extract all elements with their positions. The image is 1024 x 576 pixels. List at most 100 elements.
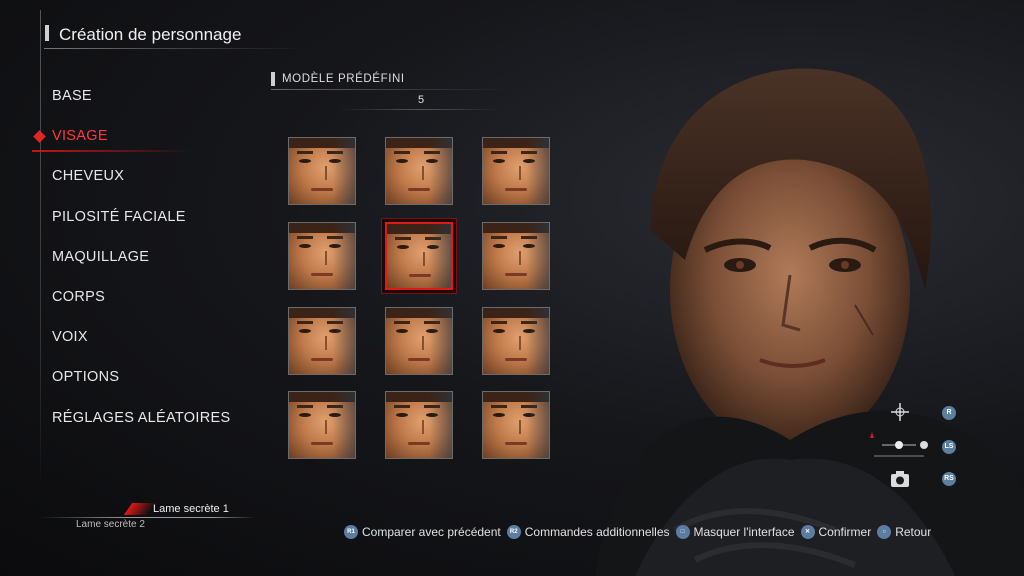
face-shade — [527, 138, 549, 204]
active-diamond-icon — [33, 130, 46, 144]
preset-marker — [271, 72, 275, 86]
face-nose — [417, 252, 425, 266]
menu-item-corps[interactable]: CORPS — [52, 289, 230, 329]
face-eye-l — [299, 413, 311, 417]
rotate-button[interactable]: R — [942, 406, 956, 420]
face-brow-l — [491, 236, 507, 239]
face-shade — [430, 308, 452, 374]
footer-compare[interactable]: R1 Comparer avec précédent — [344, 525, 501, 539]
face-nose — [319, 166, 327, 180]
face-shade — [527, 308, 549, 374]
face-preset-tile[interactable] — [482, 222, 550, 290]
face-brow-l — [297, 405, 313, 408]
face-eye-l — [396, 413, 408, 417]
preset-value: 5 — [417, 94, 425, 106]
face-preset-tile[interactable] — [385, 222, 453, 290]
footer-back[interactable]: ○ Retour — [877, 525, 931, 539]
face-shade — [333, 138, 355, 204]
camera-icon[interactable] — [890, 470, 910, 488]
face-preset-tile[interactable] — [482, 137, 550, 205]
photo-button[interactable]: RS — [942, 472, 956, 486]
face-nose — [319, 251, 327, 265]
face-preset-tile[interactable] — [482, 391, 550, 459]
footer-controls: R1 Comparer avec précédent R2 Commandes ad… — [344, 524, 931, 540]
face-shade — [527, 392, 549, 458]
face-brow-l — [491, 151, 507, 154]
r2-button-icon: R2 — [506, 525, 521, 539]
face-brow-l — [394, 321, 410, 324]
footer-additional-commands[interactable]: R2 Commandes additionnelles — [506, 525, 670, 539]
menu-item-maquillage[interactable]: MAQUILLAGE — [52, 249, 230, 289]
preset-value-underline — [340, 109, 500, 110]
face-mouth — [311, 273, 333, 276]
blade-secondary[interactable]: Lame secrète 2 — [76, 519, 145, 530]
face-nose — [513, 336, 521, 350]
face-shade — [527, 223, 549, 289]
zoom-button[interactable]: LS — [942, 440, 956, 454]
face-preset-tile[interactable] — [385, 307, 453, 375]
move-icon[interactable] — [890, 402, 910, 422]
face-preset-tile[interactable] — [288, 391, 356, 459]
face-mouth — [311, 358, 333, 361]
face-shade — [333, 308, 355, 374]
face-mouth — [408, 442, 430, 445]
preset-label: MODÈLE PRÉDÉFINI — [282, 73, 405, 85]
face-eye-l — [493, 159, 505, 163]
face-shade — [429, 224, 451, 288]
menu-item-options[interactable]: OPTIONS — [52, 369, 230, 409]
face-brow-l — [491, 321, 507, 324]
left-guide-line — [40, 10, 41, 490]
face-preset-tile[interactable] — [288, 222, 356, 290]
menu-item-pilosite-faciale[interactable]: PILOSITÉ FACIALE — [52, 209, 230, 249]
face-brow-l — [297, 236, 313, 239]
face-mouth — [505, 442, 527, 445]
face-brow-l — [394, 405, 410, 408]
face-eye-l — [493, 413, 505, 417]
menu-item-cheveux[interactable]: CHEVEUX — [52, 168, 230, 208]
category-menu: BASE VISAGE CHEVEUX PILOSITÉ FACIALE MAQ… — [32, 88, 230, 450]
face-eye-l — [397, 245, 409, 249]
face-eye-l — [396, 329, 408, 333]
face-shade — [333, 392, 355, 458]
menu-item-voix[interactable]: VOIX — [52, 329, 230, 369]
face-shade — [430, 392, 452, 458]
face-brow-l — [297, 151, 313, 154]
footer-confirm[interactable]: ✕ Confirmer — [800, 525, 871, 539]
blade-primary[interactable]: Lame secrète 1 — [153, 503, 229, 515]
r1-button-icon: R1 — [344, 525, 358, 539]
face-nose — [513, 251, 521, 265]
menu-item-visage[interactable]: VISAGE — [32, 128, 230, 168]
face-preset-tile[interactable] — [385, 391, 453, 459]
face-mouth — [505, 358, 527, 361]
face-mouth — [505, 188, 527, 191]
face-shade — [333, 223, 355, 289]
active-underline — [32, 150, 192, 153]
light-slider-icon[interactable] — [868, 430, 932, 460]
page-title: Création de personnage — [59, 25, 242, 44]
menu-item-base[interactable]: BASE — [52, 88, 230, 128]
footer-hide-interface[interactable]: □ Masquer l'interface — [675, 525, 795, 539]
menu-item-reglages-aleatoires[interactable]: RÉGLAGES ALÉATOIRES — [52, 410, 230, 450]
face-brow-l — [297, 321, 313, 324]
camera-controls: R LS RS — [868, 400, 968, 500]
title-marker — [45, 25, 49, 41]
face-brow-l — [491, 405, 507, 408]
face-brow-l — [394, 151, 410, 154]
face-nose — [416, 336, 424, 350]
face-brow-l — [395, 237, 411, 240]
face-eye-l — [299, 159, 311, 163]
face-mouth — [311, 188, 333, 191]
face-nose — [416, 420, 424, 434]
circle-button-icon: ○ — [877, 525, 892, 539]
face-nose — [416, 166, 424, 180]
face-eye-l — [299, 329, 311, 333]
face-preset-tile[interactable] — [288, 307, 356, 375]
face-eye-l — [493, 244, 505, 248]
blade-divider — [40, 517, 255, 518]
face-preset-tile[interactable] — [385, 137, 453, 205]
face-nose — [319, 420, 327, 434]
face-preset-tile[interactable] — [288, 137, 356, 205]
face-preset-tile[interactable] — [482, 307, 550, 375]
face-eye-l — [493, 329, 505, 333]
face-mouth — [409, 274, 431, 277]
